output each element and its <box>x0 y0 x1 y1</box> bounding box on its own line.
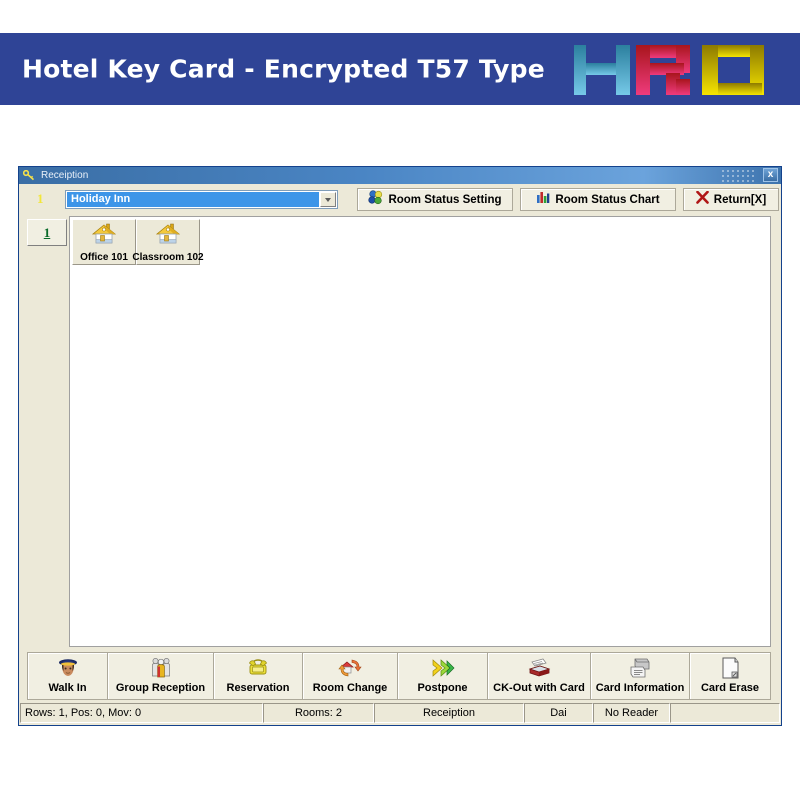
ck-out-with-card-label: CK-Out with Card <box>493 682 585 694</box>
action-toolbar: Walk In Group Reception Reservation Room… <box>27 652 771 700</box>
chevron-down-icon[interactable] <box>320 192 336 207</box>
reservation-button[interactable]: Reservation <box>214 653 303 699</box>
hotel-select-value[interactable]: Holiday Inn <box>67 192 319 207</box>
bellhop-person-icon <box>58 659 77 676</box>
room-list: Office 101 Classroom 102 <box>72 219 204 265</box>
room-label: Classroom 102 <box>132 252 204 263</box>
group-people-icon <box>151 658 170 678</box>
room-label: Office 101 <box>80 252 128 263</box>
postpone-button[interactable]: Postpone <box>398 653 488 699</box>
walk-in-label: Walk In <box>48 682 87 694</box>
return-label: Return[X] <box>713 193 767 206</box>
toolbar: 1 Holiday Inn Room Status Setting Room S… <box>19 185 781 215</box>
page-banner: Hotel Key Card - Encrypted T57 Type <box>0 33 800 105</box>
room-change-label: Room Change <box>312 682 388 694</box>
card-reader-icon <box>528 658 551 677</box>
sidebar-item-floor-1[interactable]: 1 <box>27 219 67 246</box>
window-title: Receiption <box>41 170 89 181</box>
floor-tabstrip: 1 <box>27 219 67 246</box>
room-item-classroom-102[interactable]: Classroom 102 <box>132 219 204 265</box>
group-reception-button[interactable]: Group Reception <box>108 653 214 699</box>
status-circles-icon <box>368 189 383 210</box>
window-titlebar: Receiption x <box>19 167 781 184</box>
room-item-office-101[interactable]: Office 101 <box>72 219 136 265</box>
reception-window: Receiption x 1 Holiday Inn Room Status S… <box>18 166 782 726</box>
key-icon <box>22 169 36 182</box>
close-icon[interactable]: x <box>763 168 778 182</box>
hotel-select[interactable]: Holiday Inn <box>65 190 338 209</box>
red-x-icon <box>695 190 709 209</box>
ck-out-with-card-button[interactable]: CK-Out with Card <box>488 653 591 699</box>
status-cell-rows: Rows: 1, Pos: 0, Mov: 0 <box>20 703 263 723</box>
status-cell-user: Dai <box>524 703 593 723</box>
reservation-label: Reservation <box>226 682 290 694</box>
card-erase-button[interactable]: Card Erase <box>690 653 770 699</box>
hrd-logo <box>574 45 764 95</box>
page-title: Hotel Key Card - Encrypted T57 Type <box>22 54 545 84</box>
room-change-button[interactable]: Room Change <box>303 653 398 699</box>
room-canvas[interactable]: Office 101 Classroom 102 <box>69 216 771 647</box>
return-button[interactable]: Return[X] <box>683 188 779 211</box>
card-erase-label: Card Erase <box>700 682 760 694</box>
group-reception-label: Group Reception <box>115 682 206 694</box>
titlebar-texture <box>721 169 755 182</box>
printer-icon <box>630 658 650 678</box>
card-information-button[interactable]: Card Information <box>591 653 690 699</box>
house-swap-icon <box>338 659 362 677</box>
status-cell-empty <box>670 703 780 723</box>
house-icon <box>91 222 117 251</box>
bar-chart-icon <box>536 190 550 209</box>
status-bar: Rows: 1, Pos: 0, Mov: 0 Rooms: 2 Receipt… <box>20 703 780 723</box>
postpone-label: Postpone <box>417 682 468 694</box>
status-cell-module: Receiption <box>374 703 524 723</box>
status-cell-reader: No Reader <box>593 703 670 723</box>
room-status-setting-label: Room Status Setting <box>388 193 502 206</box>
room-status-chart-button[interactable]: Room Status Chart <box>520 188 676 211</box>
card-information-label: Card Information <box>595 682 685 694</box>
house-icon <box>155 222 181 251</box>
status-cell-rooms: Rooms: 2 <box>263 703 374 723</box>
double-arrow-icon <box>432 659 454 677</box>
floor-tab-label: 1 <box>43 224 51 240</box>
room-status-setting-button[interactable]: Room Status Setting <box>357 188 513 211</box>
walk-in-button[interactable]: Walk In <box>28 653 108 699</box>
telephone-icon <box>249 659 267 675</box>
room-status-chart-label: Room Status Chart <box>555 193 660 206</box>
blank-page-icon <box>722 657 739 679</box>
row-index-label: 1 <box>37 191 44 206</box>
